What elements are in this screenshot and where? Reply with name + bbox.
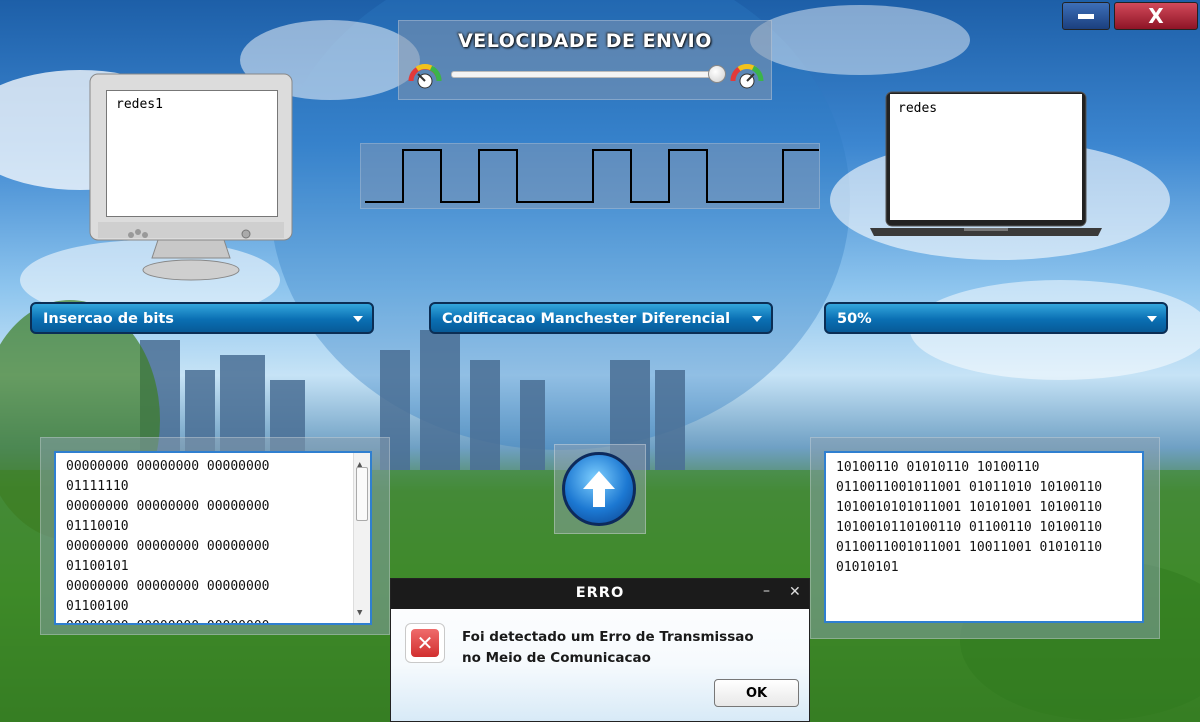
dialog-close-button[interactable]: ✕ xyxy=(789,584,801,600)
input-text-area[interactable]: 00000000 00000000 00000000 01111110 0000… xyxy=(54,451,372,625)
text-line: 10100110 01010110 10100110 xyxy=(836,460,1040,475)
encoding-value: Codificacao Manchester Diferencial xyxy=(442,311,731,327)
receiver-screen: redes xyxy=(890,94,1082,220)
chevron-down-icon xyxy=(353,316,363,322)
chevron-down-icon xyxy=(752,316,762,322)
minimize-icon xyxy=(1078,13,1094,19)
ok-button[interactable]: OK xyxy=(714,679,799,707)
waveform-line xyxy=(365,149,821,203)
text-line: 01110010 xyxy=(66,519,129,534)
text-line: 00000000 00000000 00000000 xyxy=(66,499,270,514)
window-minimize-button[interactable] xyxy=(1062,2,1110,30)
encoding-select[interactable]: Codificacao Manchester Diferencial xyxy=(429,302,773,334)
text-line: 01111110 xyxy=(66,479,129,494)
text-line: 00000000 00000000 00000000 xyxy=(66,459,270,474)
speed-panel: VELOCIDADE DE ENVIO xyxy=(398,20,772,100)
signal-waveform xyxy=(365,149,821,203)
text-line: 01100101 xyxy=(66,559,129,574)
speedometer-slow-icon xyxy=(408,64,442,89)
speed-slider-track[interactable] xyxy=(451,71,721,78)
text-line: 00000000 00000000 00000000 xyxy=(66,579,270,594)
send-button[interactable] xyxy=(562,452,636,526)
dialog-minimize-button[interactable]: – xyxy=(763,583,770,599)
signal-panel xyxy=(360,143,821,209)
text-line: 01100100 xyxy=(66,599,129,614)
speed-title: VELOCIDADE DE ENVIO xyxy=(458,30,712,52)
text-line: 01010101 xyxy=(836,560,899,575)
input-scrollbar[interactable]: ▲ ▼ xyxy=(353,453,370,623)
sender-name: redes1 xyxy=(116,97,163,112)
error-rate-select[interactable]: 50% xyxy=(824,302,1168,334)
framing-value: Insercao de bits xyxy=(43,311,174,327)
receiver-name: redes xyxy=(898,101,938,116)
text-line: 00000000 00000000 00000000 xyxy=(66,617,360,623)
dialog-title: ERRO xyxy=(575,585,625,601)
text-line: 0110011001011001 01011010 10100110 xyxy=(836,480,1103,495)
error-x-icon: ✕ xyxy=(405,623,445,663)
scroll-down-icon[interactable]: ▼ xyxy=(357,603,362,623)
window-close-button[interactable]: X xyxy=(1114,2,1198,30)
error-rate-value: 50% xyxy=(837,311,872,327)
text-line: 1010010101011001 10101001 10100110 xyxy=(836,500,1103,515)
text-line: 1010010110100110 01100110 10100110 xyxy=(836,520,1103,535)
dialog-message-line2: no Meio de Comunicacao xyxy=(462,650,651,666)
scroll-thumb[interactable] xyxy=(356,467,368,521)
chevron-down-icon xyxy=(1147,316,1157,322)
text-line: 0110011001011001 10011001 01010110 xyxy=(836,540,1103,555)
output-text-area[interactable]: 10100110 01010110 10100110 0110011001011… xyxy=(824,451,1144,623)
text-line: 00000000 00000000 00000000 xyxy=(66,539,270,554)
speedometer-fast-icon xyxy=(730,64,764,89)
arrow-up-icon xyxy=(583,471,615,507)
dialog-message-line1: Foi detectado um Erro de Transmissao xyxy=(462,629,754,645)
error-dialog: ERRO – ✕ ✕ Foi detectado um Erro de Tran… xyxy=(390,578,810,722)
speed-slider-thumb[interactable] xyxy=(708,65,727,83)
sender-screen: redes1 xyxy=(106,90,278,217)
dialog-titlebar: ERRO – ✕ xyxy=(391,579,809,609)
framing-select[interactable]: Insercao de bits xyxy=(30,302,374,334)
